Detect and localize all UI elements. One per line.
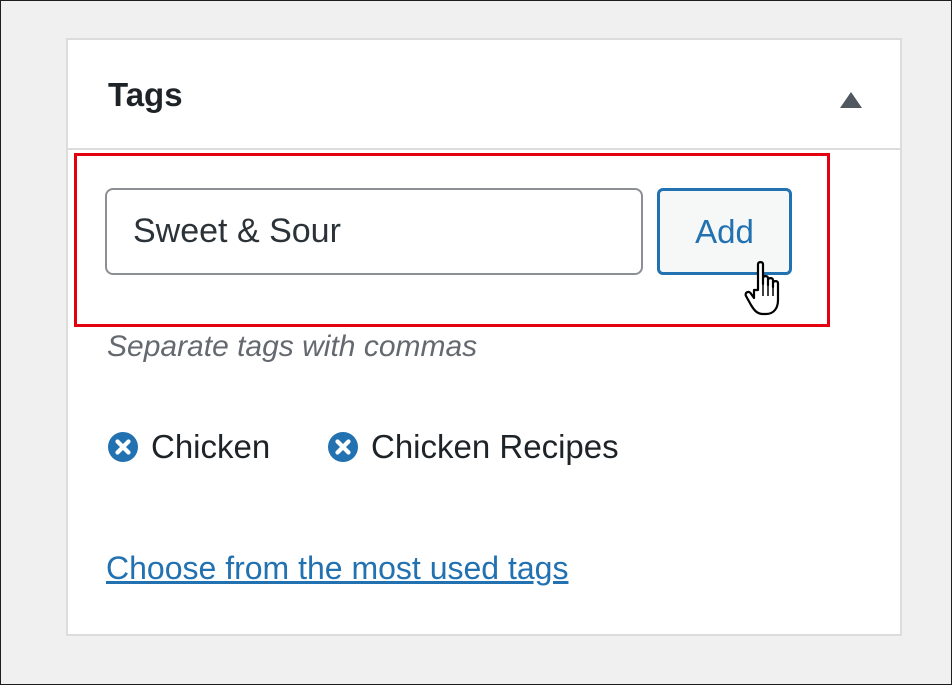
remove-x-circle-icon[interactable] [107,431,139,463]
tag-item: Chicken [107,428,270,466]
tag-label: Chicken Recipes [371,428,619,465]
triangle-up-icon[interactable] [838,90,864,110]
most-used-tags-link[interactable]: Choose from the most used tags [106,550,568,587]
panel-title: Tags [108,76,183,113]
new-tag-input[interactable] [105,188,643,275]
tags-help-text: Separate tags with commas [107,330,478,363]
tag-label: Chicken [151,428,271,465]
tag-item: Chicken Recipes [327,428,619,466]
remove-x-circle-icon[interactable] [327,431,359,463]
hand-pointer-icon [744,261,780,316]
tags-panel-header: Tags [68,40,900,150]
